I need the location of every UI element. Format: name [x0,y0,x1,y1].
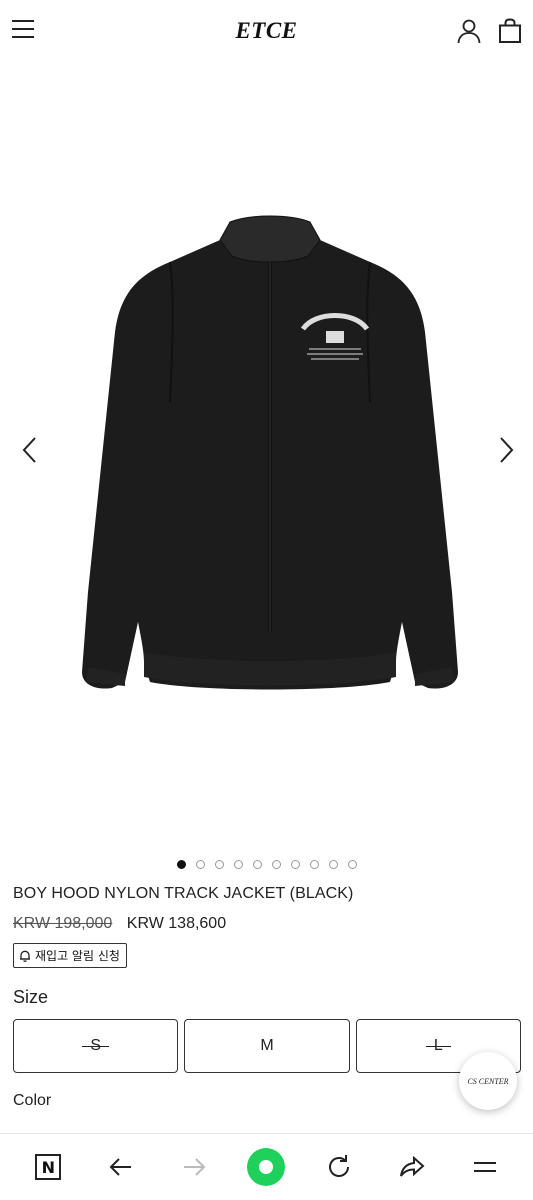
restock-alert-button[interactable]: 재입고 알림 신청 [13,943,127,968]
size-option-label: S [82,1037,109,1054]
refresh-button[interactable] [319,1147,359,1187]
restock-alert-label: 재입고 알림 신청 [35,949,120,963]
forward-button[interactable] [174,1147,214,1187]
sale-price: KRW 138,600 [126,915,227,932]
size-option-label: L [425,1037,451,1054]
gallery-dot[interactable] [347,860,357,869]
more-menu-button[interactable] [465,1147,505,1187]
site-logo[interactable]: ETCE [0,18,533,44]
cs-center-button[interactable]: CS CENTER [459,1052,517,1110]
share-button[interactable] [392,1147,432,1187]
arrow-left-icon [109,1158,132,1176]
gallery-dot[interactable] [176,860,186,869]
product-gallery[interactable] [0,62,533,822]
arrow-right-icon [183,1158,206,1176]
naver-home-button[interactable]: N [28,1147,68,1187]
shopping-bag-icon[interactable] [497,18,523,44]
green-home-button[interactable] [246,1147,286,1187]
product-title: BOY HOOD NYLON TRACK JACKET (BLACK) [13,885,354,902]
share-icon [399,1155,425,1177]
gallery-dot[interactable] [309,860,319,869]
chevron-left-icon[interactable] [16,434,44,466]
gallery-dot[interactable] [290,860,300,869]
bell-icon [20,950,30,962]
gallery-dot[interactable] [214,860,224,869]
gallery-dot[interactable] [252,860,262,869]
browser-toolbar: N [0,1133,533,1200]
green-circle-icon [247,1148,286,1186]
product-image [82,215,458,690]
gallery-dot[interactable] [271,860,281,869]
gallery-dot[interactable] [328,860,338,869]
color-label: Color [13,1092,52,1109]
gallery-dot[interactable] [233,860,243,869]
size-option-label: M [260,1037,274,1054]
size-label: Size [13,987,49,1007]
size-options: S M L [13,1019,521,1073]
back-button[interactable] [101,1147,141,1187]
gallery-pagination [0,860,533,872]
size-option-s[interactable]: S [13,1019,179,1073]
gallery-dot[interactable] [195,860,205,869]
menu-lines-icon [473,1162,496,1172]
naver-n-icon: N [35,1154,62,1180]
refresh-icon [329,1155,350,1177]
site-header: ETCE [0,0,533,62]
user-icon[interactable] [456,18,482,44]
original-price: KRW 198,000 [13,915,113,932]
size-option-m[interactable]: M [184,1019,350,1073]
chevron-right-icon[interactable] [492,434,520,466]
price-row: KRW 198,000 KRW 138,600 [13,915,226,933]
